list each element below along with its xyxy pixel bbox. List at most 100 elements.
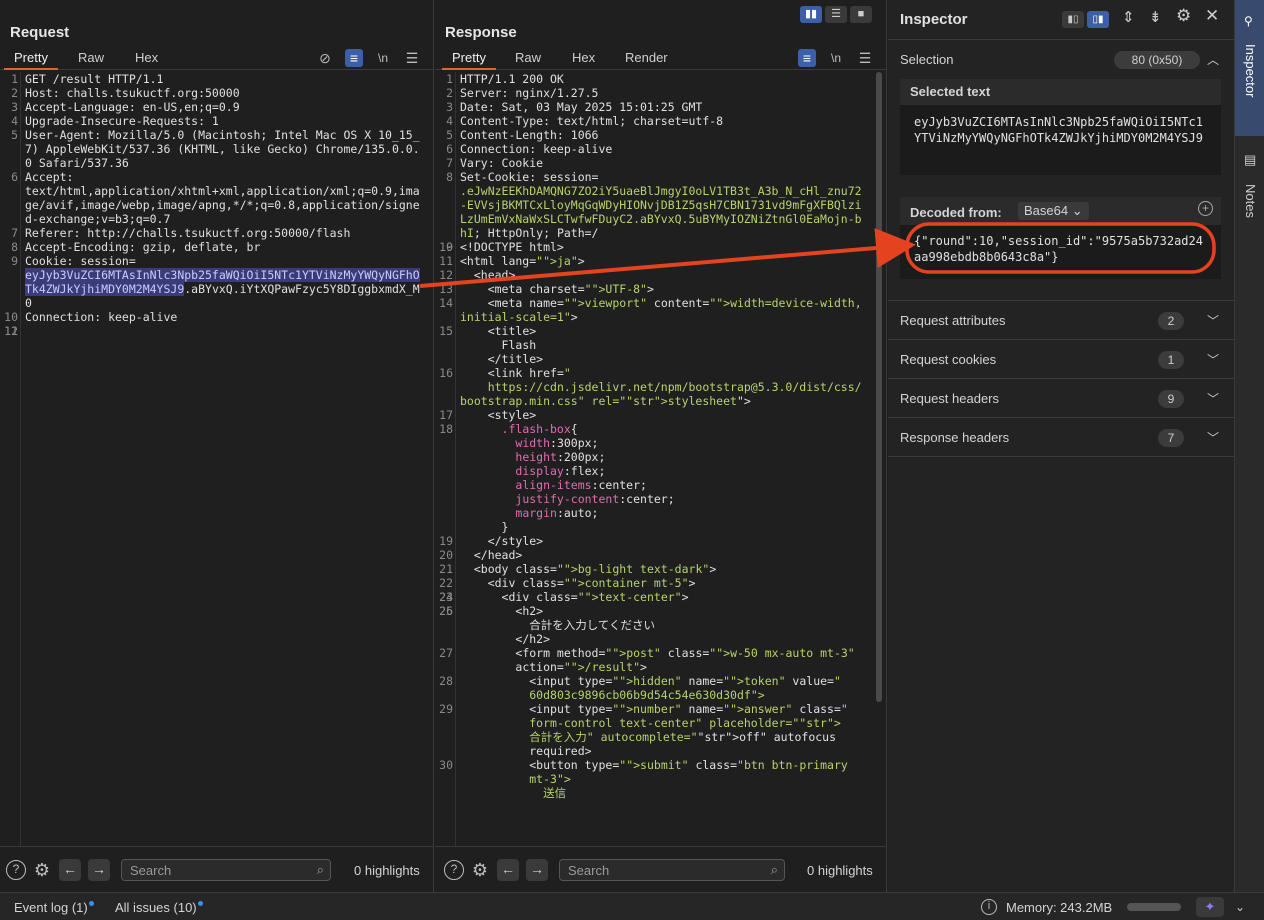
newline-toggle[interactable]: \n xyxy=(827,49,845,67)
add-icon[interactable]: + xyxy=(1198,201,1213,216)
line-number: 12 xyxy=(4,324,18,338)
search-icon[interactable]: ⌕ xyxy=(317,862,324,878)
collapse-all-icon[interactable]: ⇟ xyxy=(1149,8,1162,26)
response-line: 28 <input type="">hidden" name="">token"… xyxy=(435,674,874,702)
layout-right-icon[interactable]: ▯▮ xyxy=(1087,11,1109,28)
line-text: Date: Sat, 03 May 2025 15:01:25 GMT xyxy=(460,100,703,114)
line-text: <meta charset="">UTF-8"> xyxy=(460,282,654,296)
ai-sparkle-icon[interactable]: ✦ xyxy=(1196,897,1224,917)
line-number: 21 xyxy=(439,562,453,576)
single-pane-icon[interactable]: ■ xyxy=(850,6,872,23)
inspector-icon: ⚲ xyxy=(1244,14,1253,28)
wrap-lines-icon[interactable]: ≡ xyxy=(345,49,363,67)
chevron-up-icon[interactable]: ︿ xyxy=(1207,51,1219,68)
newline-toggle[interactable]: \n xyxy=(374,49,392,67)
info-icon[interactable]: i xyxy=(981,899,997,915)
chevron-down-icon[interactable]: ﹀ xyxy=(1207,351,1219,368)
menu-icon[interactable]: ☰ xyxy=(856,49,874,67)
chevron-down-icon[interactable]: ﹀ xyxy=(1207,429,1219,446)
response-line: 8 Set-Cookie: session= .eJwNzEEKhDAMQNG7Z… xyxy=(435,170,874,240)
hide-eye-icon[interactable]: ⊘ xyxy=(316,49,334,67)
help-icon[interactable]: ? xyxy=(6,860,26,880)
response-tab-hex[interactable]: Hex xyxy=(572,50,595,65)
response-tab-pretty[interactable]: Pretty xyxy=(442,50,496,70)
gear-icon[interactable]: ⚙ xyxy=(1176,6,1191,26)
response-tab-render[interactable]: Render xyxy=(625,50,668,65)
inspector-section-response-headers[interactable]: Response headers 7 ﹀ xyxy=(888,418,1234,457)
response-line: 30 <button type="">submit" class="btn bt… xyxy=(435,758,874,800)
response-search-input[interactable] xyxy=(568,863,728,878)
response-line: 3 Date: Sat, 03 May 2025 15:01:25 GMT xyxy=(435,100,874,114)
next-button[interactable]: → xyxy=(526,859,548,881)
line-text: <h2> 合計を入力してください </h2> xyxy=(515,604,656,646)
section-count-badge: 9 xyxy=(1158,390,1184,408)
request-search: ⌕ xyxy=(121,859,331,881)
line-number: 4 xyxy=(446,114,453,128)
response-scrollbar[interactable] xyxy=(876,72,882,702)
split-horizontal-icon[interactable]: ▮▮ xyxy=(800,6,822,23)
memory-bar xyxy=(1127,903,1181,911)
response-line: 18 .flash-box{ width:300px; height:200px… xyxy=(435,422,874,534)
help-icon[interactable]: ? xyxy=(444,860,464,880)
line-text: Server: nginx/1.27.5 xyxy=(460,86,599,100)
wrap-lines-icon[interactable]: ≡ xyxy=(798,49,816,67)
split-vertical-icon[interactable]: ☰ xyxy=(825,6,847,23)
line-number: 8 xyxy=(446,170,453,184)
request-tab-raw[interactable]: Raw xyxy=(78,50,104,65)
line-number: 16 xyxy=(439,366,453,380)
request-editor[interactable]: 1 GET /result HTTP/1.1 2 Host: challs.tsuku… xyxy=(0,72,433,846)
line-number: 6 xyxy=(446,142,453,156)
request-line: 3 Accept-Language: en-US,en;q=0.9 xyxy=(0,100,433,114)
rail-tab-notes[interactable]: ▤ Notes xyxy=(1235,140,1264,240)
previous-button[interactable]: ← xyxy=(59,859,81,881)
chevron-down-icon[interactable]: ﹀ xyxy=(1207,312,1219,329)
line-number: 22 xyxy=(439,576,453,590)
selection-label: Selection xyxy=(900,52,954,67)
line-number: 5 xyxy=(446,128,453,142)
request-line: 1 GET /result HTTP/1.1 xyxy=(0,72,433,86)
request-tabs: Pretty Raw Hex ⊘ ≡ \n ☰ xyxy=(0,46,433,70)
response-tab-raw[interactable]: Raw xyxy=(515,50,541,65)
rail-tab-inspector[interactable]: ⚲ Inspector xyxy=(1235,0,1264,136)
decoded-type-select[interactable]: Base64 ⌄ xyxy=(1018,202,1089,220)
line-text: Connection: keep-alive xyxy=(460,142,613,156)
request-search-input[interactable] xyxy=(130,863,290,878)
line-number: 4 xyxy=(11,114,18,128)
gear-icon[interactable]: ⚙ xyxy=(470,860,490,880)
gear-icon[interactable]: ⚙ xyxy=(32,860,52,880)
decoded-text-value[interactable]: {"round":10,"session_id":"9575a5b732ad24… xyxy=(900,225,1221,279)
chevron-down-icon[interactable]: ⌄ xyxy=(1227,897,1253,917)
all-issues-link[interactable]: All issues (10) xyxy=(115,900,203,915)
chevron-down-icon[interactable]: ﹀ xyxy=(1207,390,1219,407)
line-number: 28 xyxy=(439,674,453,688)
response-highlights: 0 highlights xyxy=(807,863,873,878)
close-icon[interactable]: ✕ xyxy=(1205,6,1219,26)
layout-left-icon[interactable]: ▮▯ xyxy=(1062,11,1084,28)
line-number: 3 xyxy=(446,100,453,114)
search-icon[interactable]: ⌕ xyxy=(771,862,778,878)
menu-icon[interactable]: ☰ xyxy=(403,49,421,67)
selected-text-value[interactable]: eyJyb3VuZCI6MTAsInNlc3Npb25faWQiOiI5NTc1… xyxy=(900,105,1221,175)
line-number: 12 xyxy=(439,268,453,282)
section-count-badge: 7 xyxy=(1158,429,1184,447)
inspector-pane: Inspector ▮▯ ▯▮ ⇕ ⇟ ⚙ ✕ Selection 80 (0x… xyxy=(888,0,1234,892)
event-log-link[interactable]: Event log (1) xyxy=(14,900,94,915)
line-text: <title> Flash </title> xyxy=(487,324,544,366)
inspector-section-request-cookies[interactable]: Request cookies 1 ﹀ xyxy=(888,340,1234,379)
next-button[interactable]: → xyxy=(88,859,110,881)
request-line: 6 Accept: text/html,application/xhtml+xml… xyxy=(0,170,433,226)
inspector-section-request-headers[interactable]: Request headers 9 ﹀ xyxy=(888,379,1234,418)
line-number: 9 xyxy=(11,254,18,268)
previous-button[interactable]: ← xyxy=(497,859,519,881)
expand-all-icon[interactable]: ⇕ xyxy=(1122,8,1135,26)
section-label: Request cookies xyxy=(900,352,997,367)
memory-label: Memory: 243.2MB xyxy=(1006,900,1113,915)
line-text: GET /result HTTP/1.1 xyxy=(25,72,164,86)
line-number: 7 xyxy=(11,226,18,240)
inspector-section-request-attributes[interactable]: Request attributes 2 ﹀ xyxy=(888,301,1234,340)
response-line: 6 Connection: keep-alive xyxy=(435,142,874,156)
request-tab-pretty[interactable]: Pretty xyxy=(4,50,58,70)
line-text: Accept: text/html,application/xhtml+xml,… xyxy=(25,170,420,226)
response-editor[interactable]: 1 HTTP/1.1 200 OK 2 Server: nginx/1.27.5 3 Da… xyxy=(435,72,874,846)
request-tab-hex[interactable]: Hex xyxy=(135,50,158,65)
